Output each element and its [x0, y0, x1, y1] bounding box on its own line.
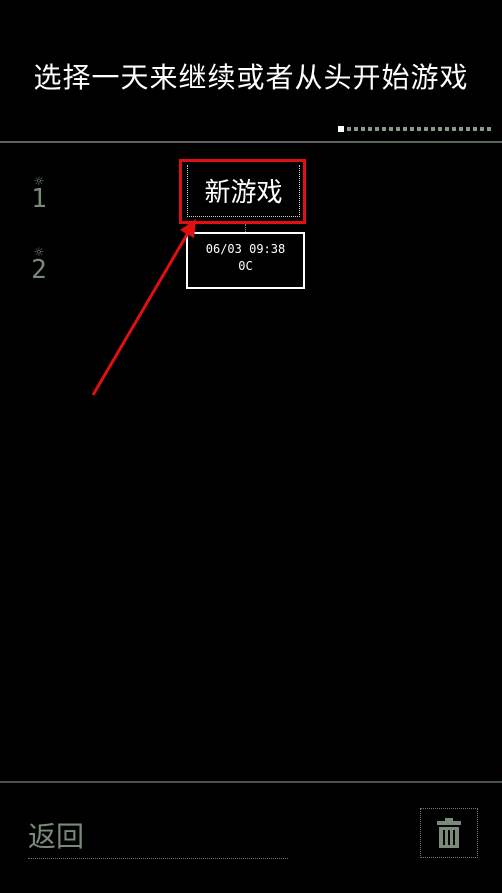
day-number: 1 [31, 184, 47, 214]
page-dot [403, 127, 407, 131]
page-dot [459, 127, 463, 131]
slot-connector [245, 224, 246, 232]
page-dot [375, 127, 379, 131]
page-dot [473, 127, 477, 131]
page-dot [431, 127, 435, 131]
day-marker-1: ☼ 1 [30, 175, 48, 214]
page-dot [487, 127, 491, 131]
header-divider [0, 141, 502, 143]
page-dot [347, 127, 351, 131]
save-select-screen: 选择一天来继续或者从头开始游戏 ☼ 1 ☼ 2 新游戏 06/03 09:38 … [0, 0, 502, 893]
new-game-button[interactable]: 新游戏 [187, 165, 300, 217]
page-dot [466, 127, 470, 131]
day-marker-2: ☼ 2 [30, 246, 48, 285]
page-dot [354, 127, 358, 131]
annotation-arrow [91, 219, 196, 396]
page-dot [361, 127, 365, 131]
trash-icon [437, 818, 461, 848]
page-indicator [338, 125, 498, 133]
page-dot [396, 127, 400, 131]
page-dot [368, 127, 372, 131]
delete-button[interactable] [420, 808, 478, 858]
page-dot [445, 127, 449, 131]
footer-divider [0, 781, 502, 783]
page-dot [382, 127, 386, 131]
page-title: 选择一天来继续或者从头开始游戏 [33, 61, 469, 94]
page-dot [417, 127, 421, 131]
day-number: 2 [31, 255, 47, 285]
page-dot [452, 127, 456, 131]
page-dot [438, 127, 442, 131]
page-dot [424, 127, 428, 131]
save-slot-day-2[interactable]: 06/03 09:38 0C [186, 232, 305, 289]
arrow-line [91, 225, 194, 396]
new-game-highlight[interactable]: 新游戏 [179, 159, 306, 224]
back-button[interactable]: 返回 [28, 818, 288, 859]
page-dot [410, 127, 414, 131]
page-dot [389, 127, 393, 131]
page-dot [480, 127, 484, 131]
save-slot-datetime: 06/03 09:38 [205, 242, 286, 256]
page-dot-active [338, 126, 344, 132]
save-slot-sub: 0C [238, 259, 253, 273]
